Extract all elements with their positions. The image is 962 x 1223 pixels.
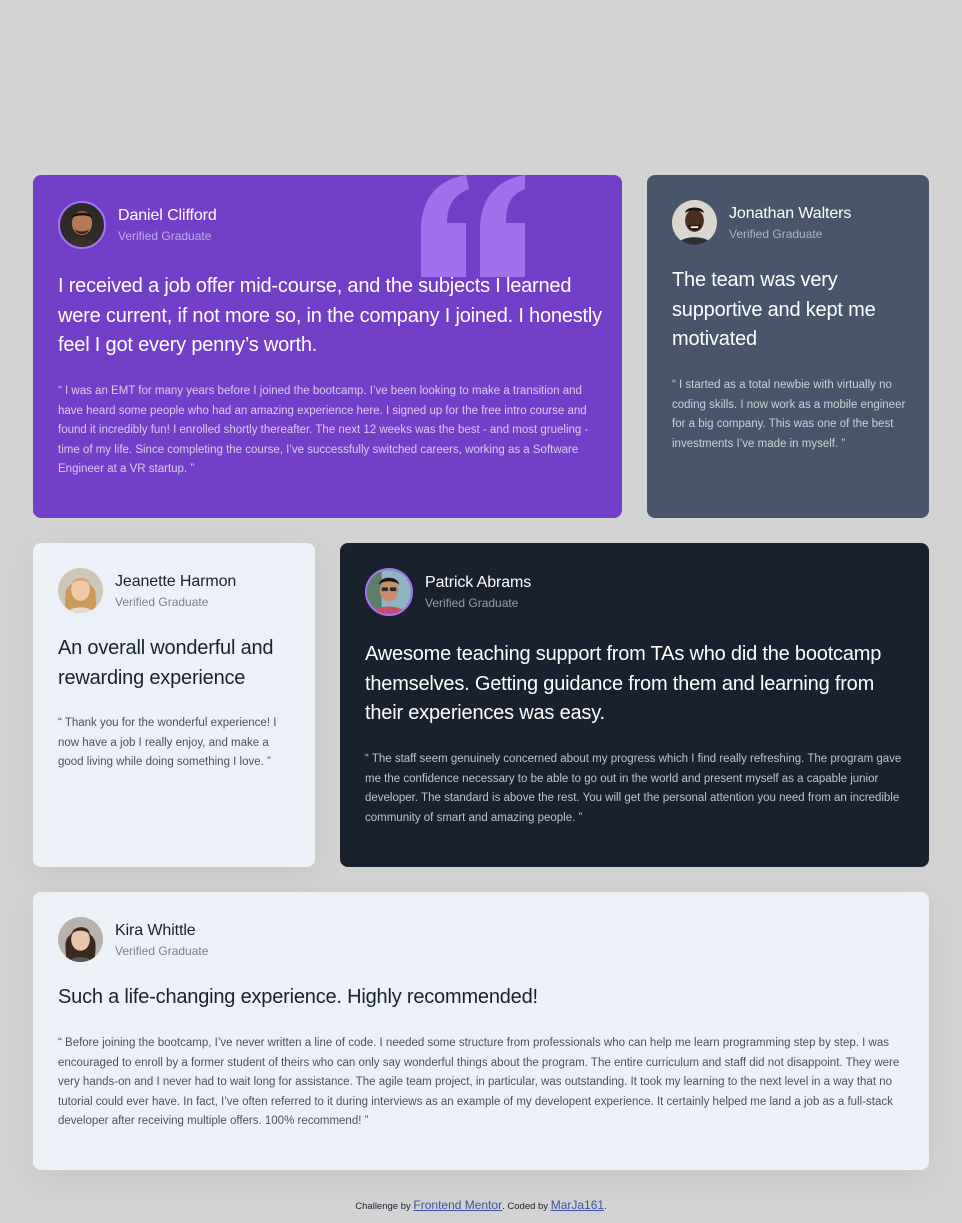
attribution-prefix: Challenge by <box>355 1201 411 1212</box>
testimonial-quote: “ The staff seem genuinely concerned abo… <box>365 753 902 824</box>
person-name: Jeanette Harmon <box>115 572 237 590</box>
person-name: Patrick Abrams <box>425 574 532 591</box>
avatar <box>58 917 103 962</box>
testimonial-quote: “ Before joining the bootcamp, I’ve neve… <box>58 1037 900 1127</box>
person-header: Daniel Clifford Verified Graduate <box>58 201 217 249</box>
quotation-mark-icon <box>421 175 525 277</box>
person-role: Verified Graduate <box>118 229 212 243</box>
attribution-middle: . Coded by <box>502 1201 549 1212</box>
testimonial-card-kira: Kira Whittle Verified Graduate Such a li… <box>33 892 929 1170</box>
author-link[interactable]: MarJa161 <box>551 1198 604 1212</box>
testimonial-headline: Such a life-changing experience. Highly … <box>58 986 538 1008</box>
avatar <box>365 568 413 616</box>
testimonial-headline: I received a job offer mid-course, and t… <box>58 275 602 356</box>
testimonial-headline: An overall wonderful and rewarding exper… <box>58 637 274 689</box>
attribution-suffix: . <box>604 1201 607 1212</box>
person-name: Jonathan Walters <box>729 204 852 222</box>
person-header: Jonathan Walters Verified Graduate <box>672 200 851 245</box>
person-header: Jeanette Harmon Verified Graduate <box>58 568 236 613</box>
person-name: Kira Whittle <box>115 921 196 939</box>
avatar <box>58 568 103 613</box>
person-header: Kira Whittle Verified Graduate <box>58 917 208 962</box>
person-role: Verified Graduate <box>729 226 823 241</box>
person-header: Patrick Abrams Verified Graduate <box>365 568 531 616</box>
person-role: Verified Graduate <box>115 943 209 958</box>
avatar <box>672 200 717 245</box>
testimonial-quote: “ I was an EMT for many years before I j… <box>58 385 589 475</box>
testimonial-headline: The team was very supportive and kept me… <box>672 269 876 350</box>
testimonial-card-jeanette: Jeanette Harmon Verified Graduate An ove… <box>33 543 315 867</box>
person-role: Verified Graduate <box>425 596 519 610</box>
frontend-mentor-link[interactable]: Frontend Mentor <box>413 1198 502 1212</box>
testimonial-quote: “ Thank you for the wonderful experience… <box>58 717 277 768</box>
attribution: Challenge by Frontend Mentor. Coded by M… <box>0 1198 962 1212</box>
person-role: Verified Graduate <box>115 594 209 609</box>
testimonial-quote: “ I started as a total newbie with virtu… <box>672 379 906 450</box>
testimonial-card-jonathan: Jonathan Walters Verified Graduate The t… <box>647 175 929 518</box>
testimonial-headline: Awesome teaching support from TAs who di… <box>365 643 882 724</box>
person-name: Daniel Clifford <box>118 207 217 224</box>
testimonial-card-patrick: Patrick Abrams Verified Graduate Awesome… <box>340 543 929 867</box>
testimonial-card-daniel: Daniel Clifford Verified Graduate I rece… <box>33 175 622 518</box>
avatar <box>58 201 106 249</box>
